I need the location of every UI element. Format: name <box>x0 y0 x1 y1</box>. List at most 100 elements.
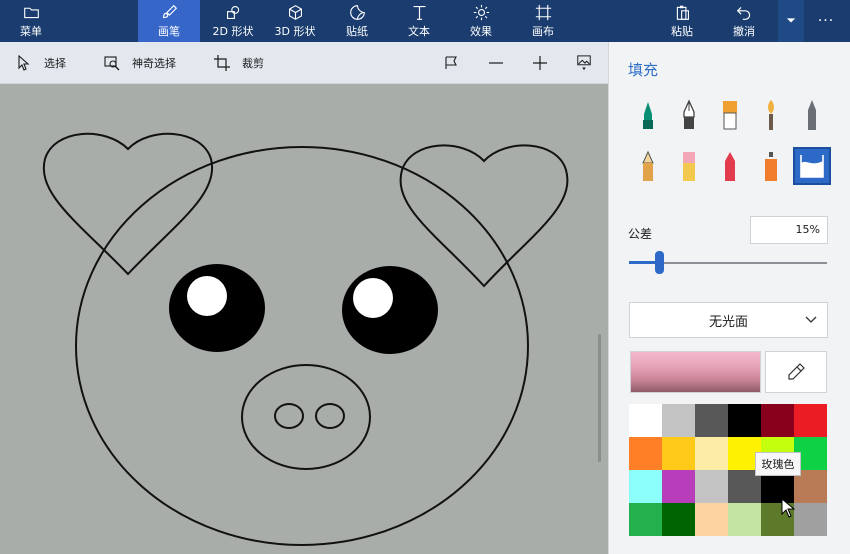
eyedropper-icon <box>788 363 805 380</box>
right-ear-heart[interactable] <box>399 144 569 288</box>
tab-brushes[interactable]: 画笔 <box>138 0 200 42</box>
tolerance-input[interactable]: 15% <box>750 216 828 244</box>
marker-brush[interactable] <box>631 98 665 132</box>
color-swatch[interactable] <box>662 404 695 437</box>
more-button[interactable]: ··· <box>806 0 846 42</box>
pig-face[interactable] <box>75 146 529 546</box>
eraser-brush[interactable] <box>672 149 706 183</box>
crop-icon <box>214 55 230 71</box>
watercolor-icon <box>768 100 774 130</box>
effects-icon <box>473 4 489 20</box>
current-color-swatch[interactable] <box>630 351 761 393</box>
zoom-in-button[interactable] <box>532 42 560 84</box>
vertical-scrollbar[interactable] <box>598 334 601 462</box>
tab-text[interactable]: 文本 <box>388 0 450 42</box>
tab-label: 2D 形状 <box>212 24 254 38</box>
magic-select-button[interactable]: 神奇选择 <box>104 42 176 84</box>
history-dropdown[interactable] <box>778 0 804 42</box>
sticker-icon <box>349 4 365 20</box>
flag-button[interactable] <box>444 42 472 84</box>
eraser-icon <box>683 152 695 181</box>
finish-dropdown[interactable]: 无光面 <box>629 302 828 338</box>
color-swatch[interactable] <box>728 503 761 536</box>
left-nostril[interactable] <box>274 403 304 429</box>
secondary-toolbar: 选择 神奇选择 裁剪 <box>0 42 608 84</box>
color-swatch[interactable] <box>629 503 662 536</box>
3d-shapes-icon <box>288 4 302 20</box>
select-label: 选择 <box>44 57 66 70</box>
color-swatch[interactable] <box>695 437 728 470</box>
right-eye-highlight <box>353 278 393 318</box>
brush-icon <box>162 4 177 18</box>
undo-icon <box>736 6 750 20</box>
image-view-icon <box>577 55 591 71</box>
cursor-arrow-icon <box>18 55 30 71</box>
fill-bucket-brush[interactable] <box>793 147 831 185</box>
crop-button[interactable]: 裁剪 <box>214 42 264 84</box>
marker-icon <box>643 102 653 129</box>
tab-label: 3D 形状 <box>274 24 316 38</box>
view-options-button[interactable] <box>576 42 604 84</box>
paste-button[interactable]: 粘贴 <box>652 0 712 42</box>
finish-value: 无光面 <box>708 314 748 330</box>
color-swatch[interactable] <box>794 503 827 536</box>
color-swatch[interactable] <box>629 470 662 503</box>
magic-select-label: 神奇选择 <box>132 57 176 70</box>
tab-label: 画布 <box>532 24 554 38</box>
fill-bucket-icon <box>800 155 824 178</box>
left-ear-heart[interactable] <box>42 132 214 276</box>
color-tooltip: 玫瑰色 <box>755 452 801 476</box>
tab-effects[interactable]: 效果 <box>450 0 512 42</box>
undo-label: 撤消 <box>733 24 755 38</box>
color-swatch[interactable] <box>728 404 761 437</box>
left-eye-highlight <box>187 276 227 316</box>
menu-button[interactable]: 菜单 <box>0 0 62 42</box>
paste-icon <box>676 5 689 20</box>
panel-title: 填充 <box>628 61 659 79</box>
pencil-brush[interactable] <box>631 149 665 183</box>
crayon-brush[interactable] <box>713 149 747 183</box>
right-eye[interactable] <box>342 266 438 354</box>
color-swatch[interactable] <box>662 503 695 536</box>
mouse-cursor-icon <box>781 498 795 518</box>
canvas-icon <box>535 4 551 20</box>
right-nostril[interactable] <box>315 403 345 429</box>
tolerance-label: 公差 <box>628 227 653 241</box>
tab-label: 效果 <box>470 24 492 38</box>
calligraphy-pen-brush[interactable] <box>672 98 706 132</box>
tab-stickers[interactable]: 贴纸 <box>326 0 388 42</box>
magic-select-icon <box>104 56 120 71</box>
tab-2d-shapes[interactable]: 2D 形状 <box>202 0 264 42</box>
tab-3d-shapes[interactable]: 3D 形状 <box>264 0 326 42</box>
select-button[interactable]: 选择 <box>16 42 66 84</box>
pixel-pen-icon <box>808 100 816 130</box>
color-swatch[interactable] <box>695 404 728 437</box>
eyedropper-button[interactable] <box>765 351 827 393</box>
pixel-pen-brush[interactable] <box>795 98 829 132</box>
undo-button[interactable]: 撤消 <box>714 0 774 42</box>
color-swatch[interactable] <box>695 503 728 536</box>
paint3d-window: 菜单 画笔 2D 形状 3D 形状 贴纸 文本 效果 画布 粘贴 撤消 ··· … <box>0 0 850 554</box>
color-swatch[interactable] <box>629 404 662 437</box>
color-swatch[interactable] <box>662 470 695 503</box>
crop-label: 裁剪 <box>242 57 264 70</box>
zoom-out-button[interactable] <box>488 42 516 84</box>
drawing-canvas[interactable] <box>0 84 608 554</box>
pig-drawing <box>42 132 569 546</box>
tab-label: 贴纸 <box>346 24 368 38</box>
minus-icon <box>489 62 503 64</box>
tab-canvas[interactable]: 画布 <box>512 0 574 42</box>
tolerance-slider-thumb[interactable] <box>654 251 664 274</box>
plus-icon <box>533 56 547 70</box>
color-swatch[interactable] <box>629 437 662 470</box>
color-swatch[interactable] <box>794 404 827 437</box>
oil-brush[interactable] <box>713 98 747 132</box>
color-swatch[interactable] <box>662 437 695 470</box>
text-icon <box>413 5 425 20</box>
paste-label: 粘贴 <box>671 24 693 38</box>
color-swatch[interactable] <box>695 470 728 503</box>
spray-can-brush[interactable] <box>754 149 788 183</box>
watercolor-brush[interactable] <box>754 98 788 132</box>
color-swatch[interactable] <box>761 404 794 437</box>
pig-snout[interactable] <box>241 364 371 470</box>
